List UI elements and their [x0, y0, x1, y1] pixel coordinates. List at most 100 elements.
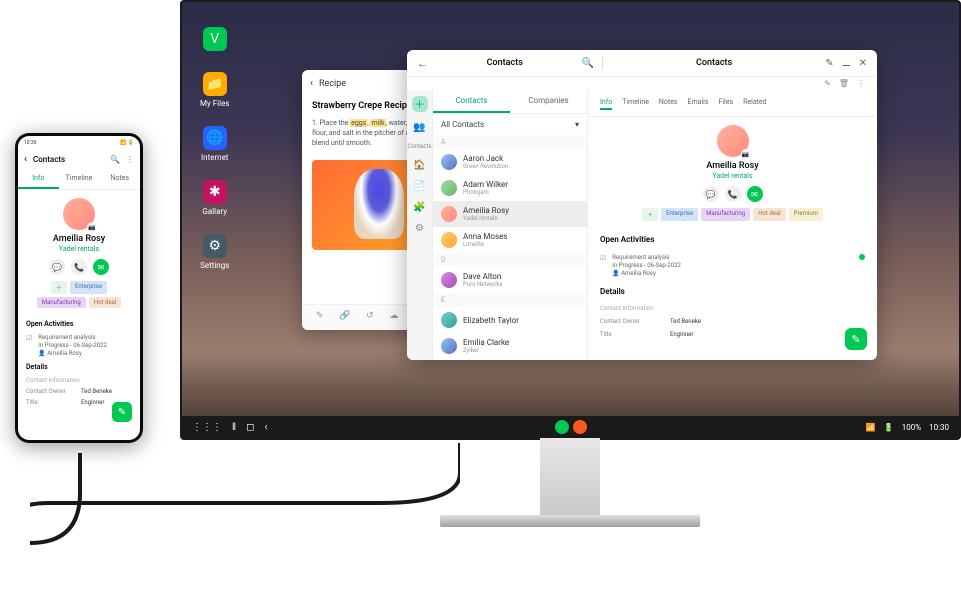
back-icon[interactable]: ‹: [24, 154, 27, 165]
phone-screen: 10:30📶 🔋 ‹ Contacts 🔍 ⋮ Info Timeline No…: [18, 136, 140, 440]
desktop-icon-internet[interactable]: 🌐Internet: [200, 126, 229, 162]
settings-icon[interactable]: ⚙: [415, 223, 424, 234]
desktop-icon-v[interactable]: V: [200, 27, 229, 54]
profile-avatar[interactable]: 📷: [717, 125, 749, 157]
clock[interactable]: 10:30: [929, 423, 949, 432]
contacts-icon[interactable]: 👥: [413, 122, 425, 133]
back-icon[interactable]: ←: [417, 57, 428, 70]
recent-icon[interactable]: ◻: [246, 422, 254, 433]
titlebar: ← Contacts 🔍 Contacts ✎ ⚊ ✕: [407, 50, 877, 77]
taskbar-app-1[interactable]: [555, 420, 569, 434]
section-a: A: [433, 135, 587, 149]
profile-company[interactable]: Yadel rentals: [712, 172, 752, 180]
add-tag-button[interactable]: ＋: [642, 208, 658, 221]
modules-icon[interactable]: 🧩: [413, 202, 425, 213]
section-d: D: [433, 253, 587, 267]
camera-icon[interactable]: 📷: [741, 149, 751, 159]
phone-statusbar: 10:30📶 🔋: [18, 136, 140, 150]
delete-icon[interactable]: 🗑: [839, 79, 849, 88]
search-icon[interactable]: 🔍: [110, 155, 120, 164]
tab-companies[interactable]: Companies: [510, 90, 587, 113]
camera-icon[interactable]: 📷: [87, 222, 97, 232]
section-e: E: [433, 293, 587, 307]
home-icon[interactable]: 🏠: [413, 160, 425, 171]
taskbar-app-2[interactable]: [573, 420, 587, 434]
undo-icon[interactable]: ↺: [366, 311, 374, 324]
add-button[interactable]: ＋: [412, 96, 428, 112]
cloud-icon[interactable]: ☁: [389, 311, 398, 324]
tab-info[interactable]: Info: [600, 96, 612, 110]
tab-notes[interactable]: Notes: [99, 169, 140, 189]
contact-row-selected[interactable]: Ameilia RosyYadel rentals: [433, 201, 587, 227]
wifi-icon[interactable]: 📶: [866, 423, 876, 432]
avatar: [441, 154, 457, 170]
docs-icon[interactable]: 📄: [413, 181, 425, 192]
email-icon[interactable]: ✉: [747, 186, 763, 202]
task-icon: ☑: [26, 334, 32, 357]
contact-row[interactable]: Adam WilkerPhotojam: [433, 175, 587, 201]
tag[interactable]: Premium: [789, 208, 823, 221]
kebab-icon[interactable]: ⋮: [126, 155, 134, 164]
tag[interactable]: Enterprise: [70, 281, 107, 294]
profile-company[interactable]: Yadel rentals: [59, 245, 99, 253]
compose-fab[interactable]: ✎: [112, 402, 132, 422]
detail-pane: Info Timeline Notes Emails Files Related…: [588, 90, 877, 360]
tab-timeline[interactable]: Timeline: [59, 169, 100, 189]
minimize-icon[interactable]: ⚊: [842, 58, 851, 69]
contact-row[interactable]: Elizabeth Taylor: [433, 307, 587, 333]
tab-contacts[interactable]: Contacts: [433, 90, 510, 113]
desktop-icon-gallery[interactable]: ✱Gallary: [200, 180, 229, 216]
tab-files[interactable]: Files: [718, 96, 733, 110]
profile-avatar[interactable]: 📷: [63, 198, 95, 230]
tag[interactable]: Manufacturing: [701, 208, 750, 221]
contact-row[interactable]: Emilia ClarkeZylker: [433, 333, 587, 359]
close-icon[interactable]: ✕: [859, 58, 867, 69]
contact-row[interactable]: Aaron JackGreen Revolution: [433, 149, 587, 175]
kebab-icon[interactable]: ⋮: [857, 79, 865, 88]
activity-item[interactable]: ☑ Requirement analysis In Progress - 06-…: [18, 332, 140, 359]
nav-sidebar: ＋ 👥 Contacts 🏠 📄 🧩 ⚙: [407, 90, 433, 360]
detail-row: TitleEnginner: [588, 328, 877, 341]
avatar: [441, 338, 457, 354]
search-icon[interactable]: 🔍: [582, 58, 594, 69]
chat-icon[interactable]: 💬: [49, 259, 65, 275]
tab-emails[interactable]: Emails: [688, 96, 709, 110]
title-right: Contacts: [611, 58, 817, 68]
contact-row[interactable]: Anna MosesLimelite: [433, 227, 587, 253]
email-icon[interactable]: ✉: [93, 259, 109, 275]
back-icon[interactable]: ‹: [264, 422, 267, 433]
contact-row[interactable]: Dave AltonPuro Networks: [433, 267, 587, 293]
back-icon[interactable]: ‹: [310, 78, 313, 89]
apps-icon[interactable]: ⋮⋮⋮: [192, 422, 222, 433]
usb-cable: [30, 443, 460, 563]
edit-icon[interactable]: ✎: [316, 311, 324, 324]
avatar: [441, 180, 457, 196]
avatar: [441, 232, 457, 248]
attach-icon[interactable]: 🔗: [339, 311, 350, 324]
activity-item[interactable]: ☑ Requirement analysis In Progress - 06-…: [588, 250, 877, 281]
tag[interactable]: Enterprise: [661, 208, 698, 221]
contacts-window[interactable]: ← Contacts 🔍 Contacts ✎ ⚊ ✕ ✎ 🗑 ⋮ ＋ 👥 Co…: [407, 50, 877, 360]
open-activities-header: Open Activities: [18, 316, 140, 332]
compose-fab[interactable]: ✎: [845, 328, 867, 350]
tag[interactable]: Hot deal: [753, 208, 785, 221]
filter-dropdown[interactable]: All Contacts▾: [433, 114, 587, 135]
tab-info[interactable]: Info: [18, 169, 59, 189]
call-icon[interactable]: 📞: [725, 186, 741, 202]
tab-related[interactable]: Related: [743, 96, 767, 110]
monitor-base: [440, 515, 700, 527]
tab-timeline[interactable]: Timeline: [622, 96, 649, 110]
edit-icon[interactable]: ✎: [824, 79, 831, 88]
desktop-icon-settings[interactable]: ⚙Settings: [200, 234, 229, 270]
tab-notes[interactable]: Notes: [659, 96, 678, 110]
call-icon[interactable]: 📞: [71, 259, 87, 275]
tag[interactable]: Hot deal: [89, 297, 121, 308]
detail-row: Contact OwnerTed Beneke: [18, 386, 140, 397]
edit-icon[interactable]: ✎: [825, 58, 833, 69]
pause-icon[interactable]: ‖: [232, 422, 236, 433]
add-tag-button[interactable]: ＋: [51, 281, 67, 294]
chat-icon[interactable]: 💬: [703, 186, 719, 202]
monitor-stand: [540, 438, 600, 518]
desktop-icon-files[interactable]: 📁My Files: [200, 72, 229, 108]
tag[interactable]: Manufacturing: [37, 297, 86, 308]
